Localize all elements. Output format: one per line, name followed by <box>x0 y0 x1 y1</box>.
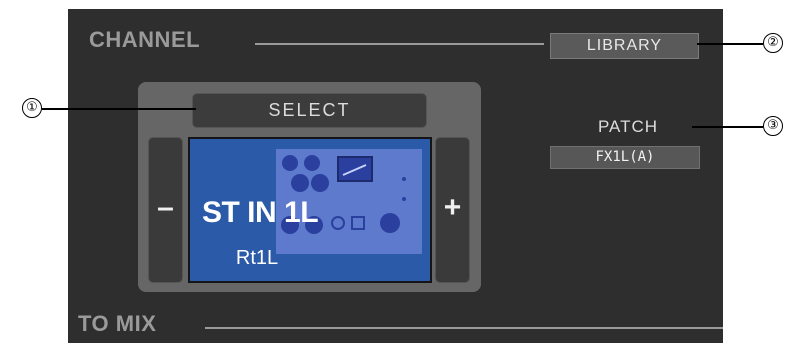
library-button[interactable]: LIBRARY <box>550 33 699 59</box>
select-button[interactable]: SELECT <box>192 93 427 128</box>
channel-panel: CHANNEL LIBRARY PATCH FX1L(A) SELECT – +… <box>68 9 723 343</box>
channel-title-rule <box>255 43 544 45</box>
channel-display: ST IN 1L Rt1L <box>188 137 432 283</box>
channel-short-name: Rt1L <box>235 247 279 269</box>
channel-decrement-button[interactable]: – <box>148 137 183 283</box>
to-mix-title-rule <box>205 327 723 329</box>
callout-3: ③ <box>763 116 783 136</box>
channel-section-title: CHANNEL <box>89 27 201 52</box>
to-mix-section-title: TO MIX <box>78 311 157 336</box>
callout-2-line <box>697 43 763 45</box>
channel-name: ST IN 1L <box>202 196 319 229</box>
callout-2: ② <box>763 33 783 53</box>
callout-3-line <box>692 126 763 128</box>
patch-button[interactable]: FX1L(A) <box>550 146 700 169</box>
patch-label: PATCH <box>597 117 659 136</box>
callout-1: ① <box>22 98 42 118</box>
channel-increment-button[interactable]: + <box>435 137 470 283</box>
callout-1-line <box>42 108 196 110</box>
